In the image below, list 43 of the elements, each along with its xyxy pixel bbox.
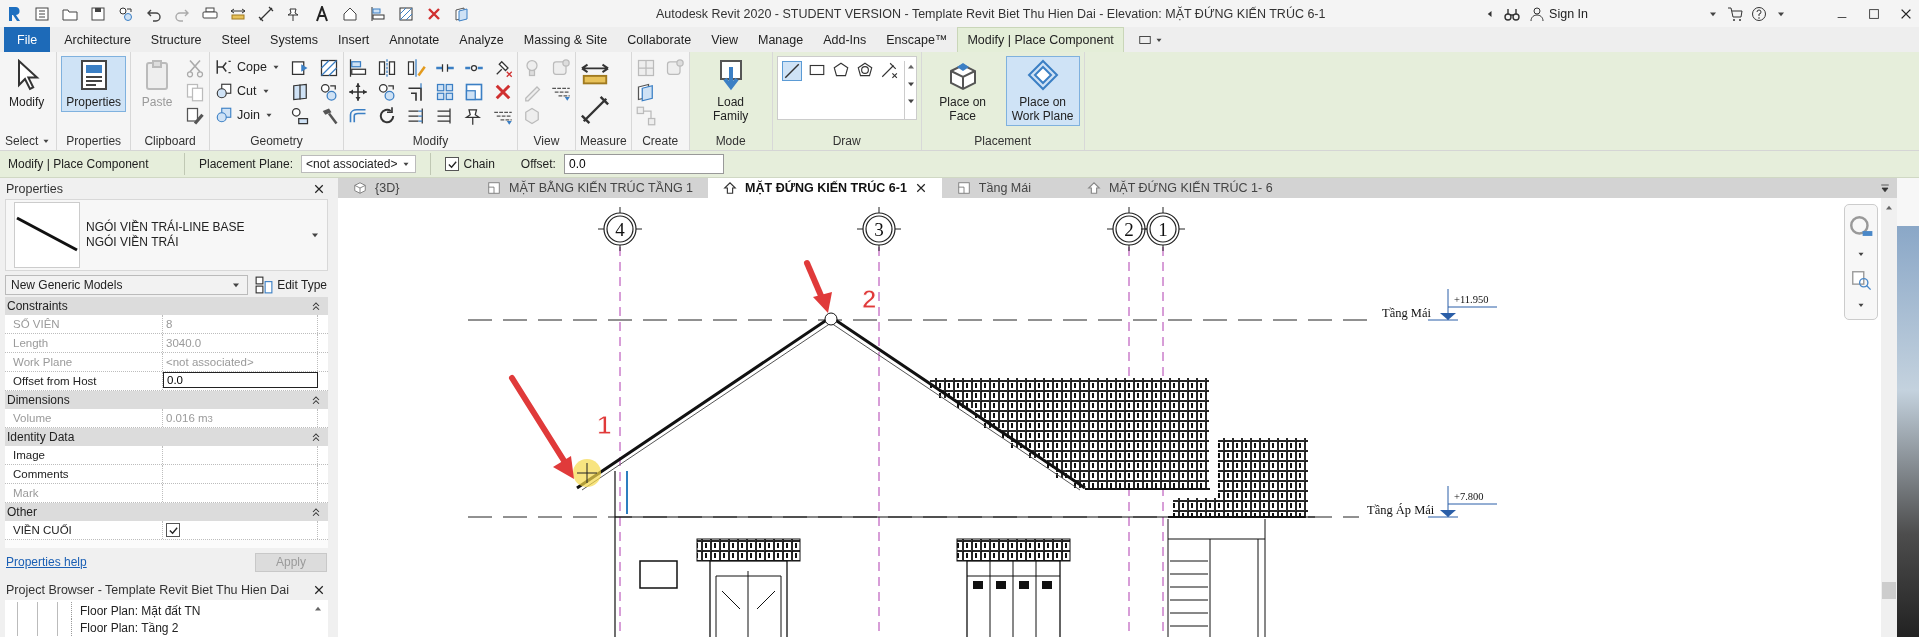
property-value: 8 bbox=[163, 315, 318, 333]
group-title: Dimensions bbox=[7, 393, 70, 407]
grid-label: 4 bbox=[615, 219, 625, 240]
panel-label: Create bbox=[641, 133, 680, 150]
panel-label: Mode bbox=[714, 133, 747, 150]
panel-label: Properties bbox=[65, 133, 123, 150]
property-name: Volume bbox=[5, 409, 163, 427]
panel-label: Geometry bbox=[249, 133, 304, 150]
property-value: 3040.0 bbox=[163, 334, 318, 352]
panel-title: Project Browser - Template Revit Biet Thu Hien Dai bbox=[6, 582, 289, 597]
step-number: 1 bbox=[597, 410, 612, 440]
panel-label: View bbox=[532, 133, 561, 150]
panel-label: Placement bbox=[973, 133, 1032, 150]
grid-label: 2 bbox=[1124, 219, 1134, 240]
level-elevation: +11.950 bbox=[1454, 294, 1489, 305]
type-name: NGÓI VIỀN TRÁI bbox=[86, 235, 180, 250]
field-label: Offset: bbox=[520, 157, 556, 171]
property-name: Work Plane bbox=[5, 353, 163, 371]
field-label: Placement Plane: bbox=[199, 157, 294, 171]
type-name: NGÓI VIỀN TRÁI-LINE BASE bbox=[86, 220, 246, 234]
property-name: Comments bbox=[5, 465, 163, 483]
panel-label: Clipboard bbox=[143, 133, 197, 150]
panel-label: Draw bbox=[831, 133, 862, 150]
panel-title: Properties bbox=[6, 181, 63, 196]
property-name: Mark bbox=[5, 484, 163, 502]
step-number: 2 bbox=[862, 284, 877, 314]
property-name: Length bbox=[5, 334, 163, 352]
group-title: Other bbox=[7, 505, 37, 519]
group-title: Constraints bbox=[7, 299, 68, 313]
level-elevation: +7.800 bbox=[1454, 491, 1484, 502]
property-name: SỐ VIÊN bbox=[5, 315, 163, 333]
level-name: Tầng Áp Mái bbox=[1367, 503, 1435, 517]
property-name: VIỀN CUỐI bbox=[5, 521, 163, 539]
context-label: Modify | Place Component bbox=[8, 157, 150, 171]
group-title: Identity Data bbox=[7, 430, 75, 444]
property-value: <not associated> bbox=[163, 353, 318, 371]
grid-label: 3 bbox=[874, 219, 884, 240]
panel-label: Modify bbox=[411, 133, 450, 150]
property-name: Image bbox=[5, 446, 163, 464]
panel-label: Measure bbox=[579, 133, 627, 150]
window-title: Autodesk Revit 2020 - STUDENT VERSION - Template Revit Biet Thu Hien Dai - Elevation: MẶT ĐỨNG KIẾN TRÚC 6-1 bbox=[656, 6, 1326, 21]
level-name: Tầng Mái bbox=[1382, 306, 1431, 320]
grid-label: 1 bbox=[1158, 219, 1168, 240]
